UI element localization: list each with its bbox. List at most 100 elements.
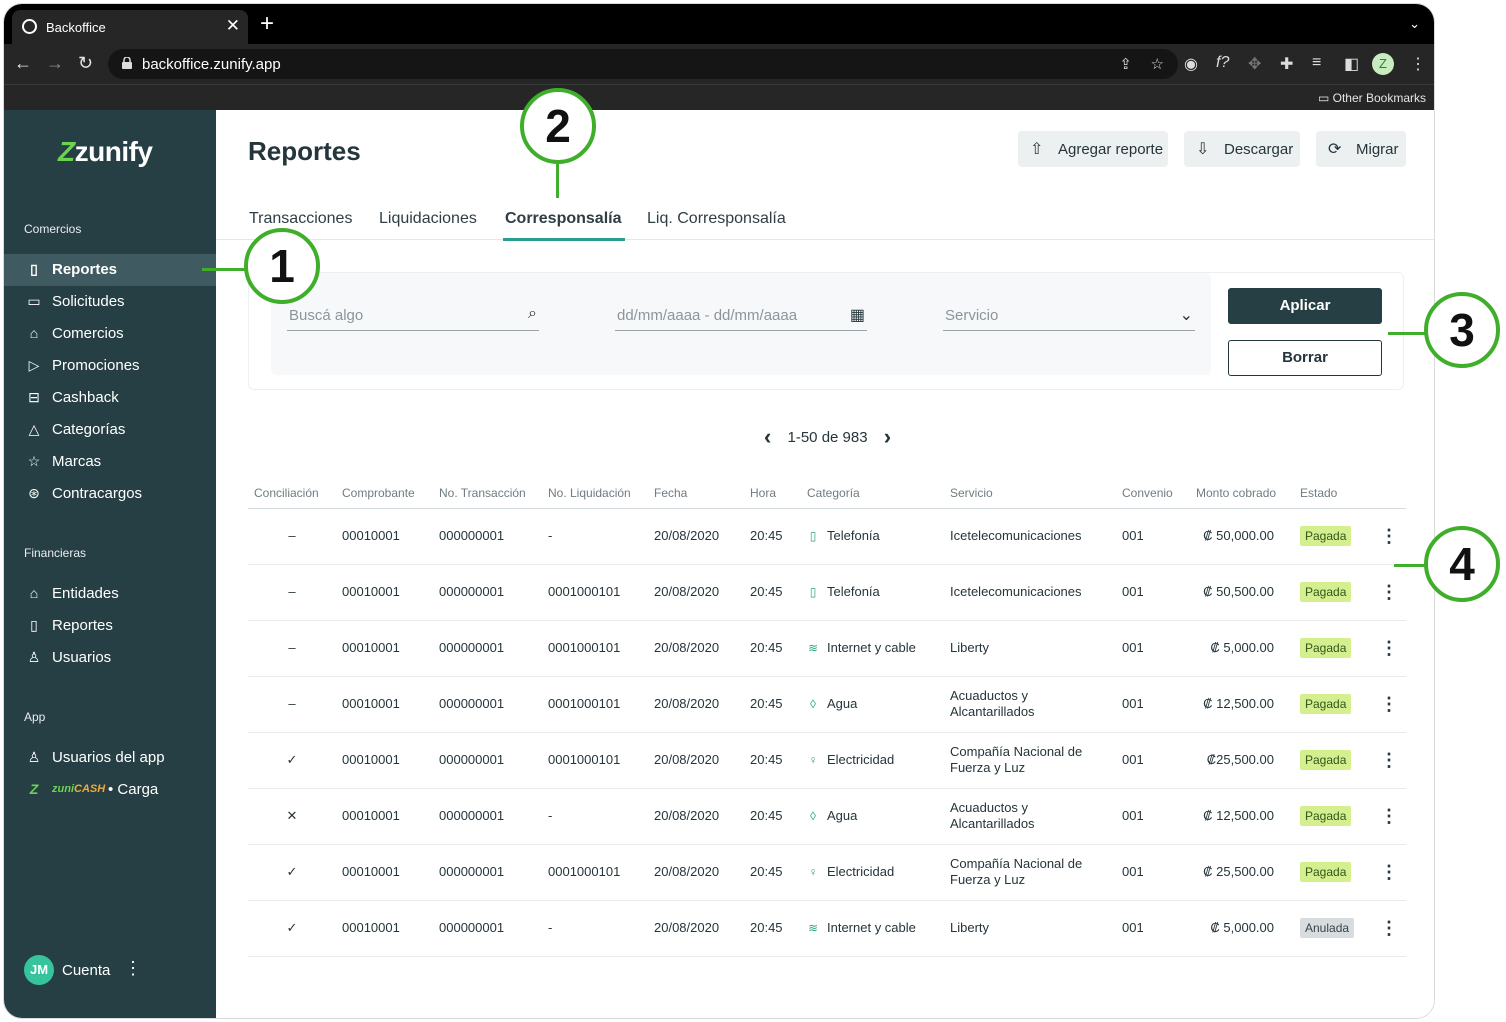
col-conciliacion[interactable]: Conciliación — [248, 478, 336, 509]
sidebar-item-marcas[interactable]: ☆ Marcas — [4, 446, 216, 478]
account-label[interactable]: Cuenta — [62, 962, 110, 979]
download-button[interactable]: ⇩ Descargar — [1184, 131, 1300, 167]
add-report-button[interactable]: ⇧ Agregar reporte — [1018, 131, 1168, 167]
category-label: Internet y cable — [827, 920, 916, 935]
browser-tab[interactable]: Backoffice ✕ — [12, 10, 248, 44]
table-row[interactable]: –00010001 000000001-20/08/2020 20:45 ▯ Telef… — [248, 508, 1406, 565]
col-convenio[interactable]: Convenio — [1116, 478, 1190, 509]
categoria-cell: ◊ Agua — [801, 788, 944, 845]
date-range-input[interactable]: dd/mm/aaaa - dd/mm/aaaa ▦ — [615, 301, 867, 331]
close-tab-icon[interactable]: ✕ — [226, 16, 240, 36]
address-bar[interactable]: backoffice.zunify.app ⇪ ☆ — [108, 49, 1178, 79]
clear-button[interactable]: Borrar — [1228, 340, 1382, 376]
hora-cell: 20:45 — [744, 620, 801, 677]
service-select[interactable]: Servicio ⌄ — [943, 301, 1195, 331]
tab-corresponsalia[interactable]: Corresponsalía — [505, 210, 621, 228]
row-menu-icon[interactable]: ⋮ — [1366, 788, 1406, 845]
sidebar-item-label: Reportes — [52, 261, 118, 278]
row-menu-icon[interactable]: ⋮ — [1366, 676, 1406, 733]
sidebar-item-categorias[interactable]: △ Categorías — [4, 414, 216, 446]
puzzle-icon[interactable]: ✚ — [1280, 54, 1293, 74]
table-row[interactable]: –00010001 000000001 0001000101 20/08/2020 20… — [248, 676, 1406, 733]
row-menu-icon[interactable]: ⋮ — [1366, 732, 1406, 789]
fecha-cell: 20/08/2020 — [648, 844, 744, 901]
col-hora[interactable]: Hora — [744, 478, 801, 509]
other-bookmarks[interactable]: ▭ Other Bookmarks — [1318, 91, 1426, 105]
servicio-cell: Icetelecomunicaciones — [944, 508, 1116, 565]
section-financieras: Financieras — [24, 546, 87, 560]
sidebar-icon[interactable]: ◧ — [1344, 54, 1359, 74]
zunify-logo[interactable]: Zzunify — [58, 136, 153, 168]
forward-arrow-icon[interactable]: → — [46, 53, 64, 74]
next-page-icon[interactable]: › — [884, 424, 891, 450]
table-row[interactable]: ✕ 00010001 000000001-20/08/2020 20:45 ◊ Agua A… — [248, 788, 1406, 845]
comprobante-cell: 00010001 — [336, 732, 433, 789]
sidebar-item-cashback[interactable]: ⊟ Cashback — [4, 382, 216, 414]
col-monto[interactable]: Monto cobrado — [1190, 478, 1294, 509]
sidebar-item-label: Comercios — [52, 325, 124, 342]
profile-avatar[interactable]: Z — [1372, 53, 1394, 75]
apply-button[interactable]: Aplicar — [1228, 288, 1382, 324]
col-estado[interactable]: Estado — [1294, 478, 1366, 509]
col-servicio[interactable]: Servicio — [944, 478, 1116, 509]
sidebar-item-zunicash-carga[interactable]: Z zuniCASH • Carga — [4, 774, 216, 806]
col-no-liquidacion[interactable]: No. Liquidación — [542, 478, 648, 509]
col-comprobante[interactable]: Comprobante — [336, 478, 433, 509]
share-icon[interactable]: ⇪ — [1119, 55, 1132, 73]
move-icon[interactable]: ✥ — [1248, 54, 1261, 74]
sidebar-item-usuarios[interactable]: ♙ Usuarios — [4, 642, 216, 674]
back-arrow-icon[interactable]: ← — [14, 53, 32, 74]
row-menu-icon[interactable]: ⋮ — [1366, 508, 1406, 565]
table-row[interactable]: ✓ 00010001 000000001 0001000101 20/08/2020 20… — [248, 732, 1406, 789]
favicon-icon — [22, 19, 37, 34]
estado-cell: Anulada — [1294, 900, 1366, 957]
fecha-cell: 20/08/2020 — [648, 620, 744, 677]
table-row[interactable]: –00010001 000000001 0001000101 20/08/2020 20… — [248, 620, 1406, 677]
account-menu-icon[interactable]: ⋮ — [124, 958, 142, 979]
reload-icon[interactable]: ↻ — [78, 53, 93, 74]
col-categoria[interactable]: Categoría — [801, 478, 944, 509]
browser-menu-icon[interactable]: ⋮ — [1410, 54, 1426, 74]
playlist-icon[interactable]: ≡ — [1312, 54, 1321, 72]
account-avatar[interactable]: JM — [24, 955, 54, 985]
sidebar-item-reportes-financieras[interactable]: ▯ Reportes — [4, 610, 216, 642]
sidebar-item-entidades[interactable]: ⌂ Entidades — [4, 578, 216, 610]
sidebar-item-label: Reportes — [52, 617, 113, 634]
col-no-transaccion[interactable]: No. Transacción — [433, 478, 542, 509]
col-fecha[interactable]: Fecha — [648, 478, 744, 509]
annotation-2: 2 — [520, 88, 596, 164]
table-row[interactable]: ✓ 00010001 000000001 0001000101 20/08/2020 20… — [248, 844, 1406, 901]
convenio-cell: 001 — [1116, 620, 1190, 677]
sidebar-item-contracargos[interactable]: ⊛ Contracargos — [4, 478, 216, 510]
row-menu-icon[interactable]: ⋮ — [1366, 844, 1406, 901]
tab-liquidaciones[interactable]: Liquidaciones — [379, 210, 477, 228]
sidebar-item-usuarios-app[interactable]: ♙ Usuarios del app — [4, 742, 216, 774]
tab-liq-corresponsalia[interactable]: Liq. Corresponsalía — [647, 210, 786, 228]
sidebar-item-solicitudes[interactable]: ▭ Solicitudes — [4, 286, 216, 318]
categoria-cell: ◊ Agua — [801, 676, 944, 733]
table-row[interactable]: ✓ 00010001 000000001-20/08/2020 20:45 ≋ Inter… — [248, 900, 1406, 957]
other-bookmarks-label: Other Bookmarks — [1332, 91, 1426, 105]
new-tab-button[interactable]: + — [260, 10, 274, 38]
sidebar-item-comercios[interactable]: ⌂ Comercios — [4, 318, 216, 350]
tab-transacciones[interactable]: Transacciones — [249, 210, 352, 228]
camera-icon[interactable]: ◉ — [1184, 54, 1198, 74]
category-label: Internet y cable — [827, 640, 916, 655]
sidebar-item-promociones[interactable]: ▷ Promociones — [4, 350, 216, 382]
search-placeholder: Buscá algo — [289, 307, 364, 324]
transaccion-cell: 000000001 — [433, 564, 542, 621]
tab-search-icon[interactable]: ⌄ — [1409, 16, 1420, 32]
prev-page-icon[interactable]: ‹ — [764, 424, 771, 450]
categoria-cell: ≋ Internet y cable — [801, 620, 944, 677]
row-menu-icon[interactable]: ⋮ — [1366, 564, 1406, 621]
migrate-button[interactable]: ⟳ Migrar — [1316, 131, 1406, 167]
convenio-cell: 001 — [1116, 788, 1190, 845]
search-input[interactable]: Buscá algo ⌕ — [287, 301, 539, 331]
row-menu-icon[interactable]: ⋮ — [1366, 620, 1406, 677]
star-icon[interactable]: ☆ — [1151, 55, 1164, 73]
function-icon[interactable]: f? — [1216, 54, 1229, 72]
table-row[interactable]: –00010001 000000001 0001000101 20/08/2020 20… — [248, 564, 1406, 621]
sidebar-item-reportes[interactable]: ▯ Reportes — [4, 254, 216, 286]
row-menu-icon[interactable]: ⋮ — [1366, 900, 1406, 957]
download-icon: ⇩ — [1196, 141, 1210, 158]
